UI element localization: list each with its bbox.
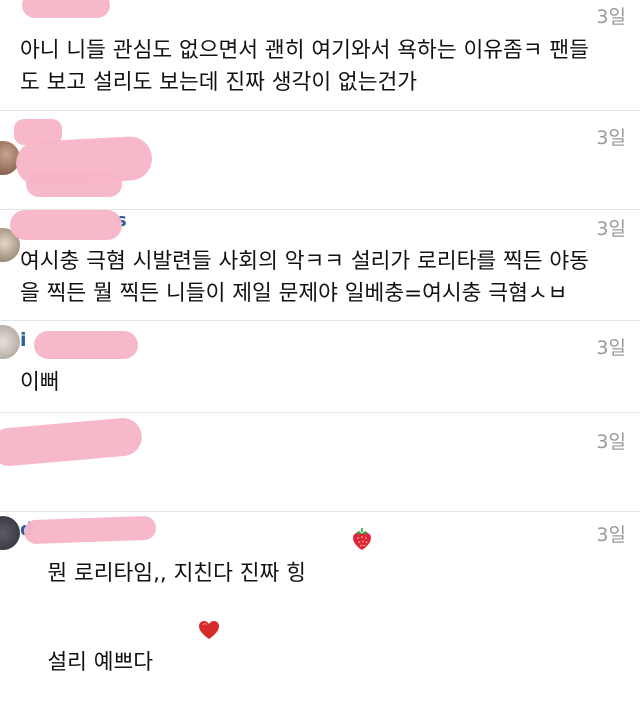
comment-timestamp: 3일 bbox=[596, 218, 626, 240]
redaction-mark bbox=[0, 416, 144, 468]
comment-item: 3일 아니 니들 관심도 없으면서 괜히 여기와서 욕하는 이유좀ㅋ 팬들 도 … bbox=[0, 0, 640, 111]
avatar[interactable] bbox=[0, 325, 20, 359]
avatar[interactable] bbox=[0, 516, 20, 550]
comment-timestamp: 3일 bbox=[596, 431, 626, 453]
comment-text: 여시충 극혐 시발련들 사회의 악ㅋㅋ 설리가 로리타를 찍든 야동 을 찍든 … bbox=[20, 249, 589, 306]
comment-text: 설리 예쁘다 bbox=[20, 554, 628, 714]
username-redacted[interactable]: i bbox=[20, 327, 28, 351]
redaction-mark bbox=[26, 171, 122, 197]
comment-timestamp: 3일 bbox=[596, 6, 626, 28]
redaction-mark bbox=[23, 515, 157, 545]
comment-item: 3일 bbox=[0, 111, 640, 210]
comment-item: s 3일 여시충 극혐 시발련들 사회의 악ㅋㅋ 설리가 로리타를 찍든 야동 … bbox=[0, 210, 640, 321]
comment-text: 이뻐 bbox=[20, 370, 60, 395]
heart-icon bbox=[157, 586, 220, 682]
redaction-mark bbox=[34, 331, 138, 359]
redaction-mark bbox=[10, 210, 122, 240]
comment-text: 아니 니들 관심도 없으면서 괜히 여기와서 욕하는 이유좀ㅋ 팬들 도 보고 … bbox=[20, 38, 589, 95]
comment-text-body: 설리 예쁘다 bbox=[47, 650, 154, 675]
comment-item: d 3일 설리 예쁘다 bbox=[0, 512, 640, 675]
comment-timestamp: 3일 bbox=[596, 127, 626, 149]
comment-timestamp: 3일 bbox=[596, 524, 626, 546]
redaction-mark bbox=[22, 0, 110, 18]
comment-item: 3일 뭔 로리타임,, 지친다 진짜 힝 bbox=[0, 413, 640, 586]
comment-item: i 3일 이뻐 bbox=[0, 321, 640, 413]
comment-timestamp: 3일 bbox=[596, 337, 626, 359]
